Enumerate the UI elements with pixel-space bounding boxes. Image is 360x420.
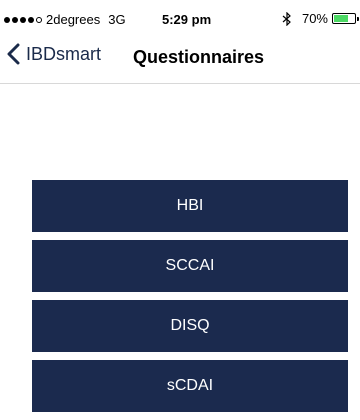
questionnaire-list: HBI SCCAI DISQ sCDAI [32,180,348,420]
status-time: 5:29 pm [162,12,212,27]
battery-percent: 70% [301,11,328,26]
chevron-left-icon [7,43,20,65]
sccai-button[interactable]: SCCAI [32,240,348,292]
page-title: Questionnaires [133,47,265,67]
hbi-button[interactable]: HBI [32,180,348,232]
back-button-label: IBDsmart [26,43,102,64]
status-bar: 2degrees 3G 5:29 pm 70% [0,0,360,32]
back-button[interactable]: IBDsmart [6,43,101,65]
disq-button[interactable]: DISQ [32,300,348,352]
signal-dot [20,16,26,23]
status-left: 2degrees 3G [4,12,144,27]
signal-strength-icon [4,16,42,23]
signal-dot [12,16,18,23]
battery-nub [357,17,359,21]
network-type: 3G [108,12,126,27]
signal-dot [36,16,42,23]
signal-dot [28,16,34,23]
status-right: 70% [282,11,359,26]
carrier-name: 2degrees [46,12,101,27]
bluetooth-icon [282,11,291,26]
battery-icon [332,13,359,24]
signal-dot [4,16,10,23]
scdai-button[interactable]: sCDAI [32,360,348,412]
battery-fill [334,15,348,22]
navigation-bar: IBDsmart Questionnaires [0,32,360,84]
